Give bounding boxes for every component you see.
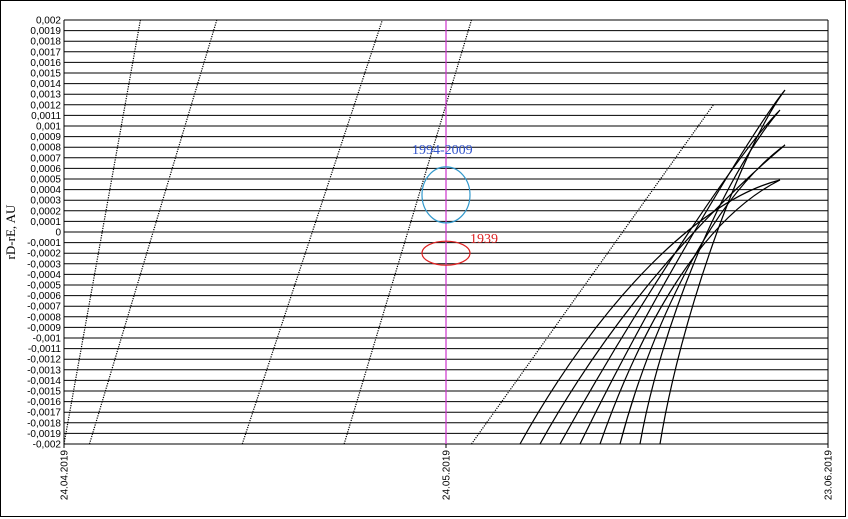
- y-tick-label: 0,0011: [31, 111, 61, 122]
- y-tick-label: -0,0003: [27, 259, 61, 270]
- y-tick-label: -0,002: [33, 440, 62, 451]
- y-tick-label: 0,0009: [30, 132, 61, 143]
- y-tick-label: -0,0002: [27, 249, 61, 260]
- y-tick-label: -0,0017: [27, 408, 61, 419]
- y-tick-label: 0,0003: [30, 196, 61, 207]
- y-tick-label: -0,0012: [27, 355, 61, 366]
- y-tick-label: 0,0007: [30, 153, 61, 164]
- y-tick-label: 0,0008: [30, 143, 61, 154]
- y-tick-label: -0,0019: [27, 429, 61, 440]
- annotation-label: 1939: [470, 232, 498, 247]
- y-tick-label: 0,0005: [30, 175, 61, 186]
- y-tick-label: 0,0017: [30, 47, 61, 58]
- y-tick-label: 0: [55, 228, 61, 239]
- y-tick-label: 0,0012: [30, 100, 61, 111]
- y-tick-label: 0,0019: [30, 26, 61, 37]
- y-tick-label: 0,0001: [30, 217, 61, 228]
- y-tick-label: -0,0014: [27, 376, 61, 387]
- y-tick-label: -0,0001: [27, 238, 61, 249]
- y-tick-label: -0,0018: [27, 418, 61, 429]
- x-tick-label: 24.05.2019: [442, 450, 453, 500]
- x-tick-label: 23.06.2019: [824, 450, 835, 500]
- y-tick-label: -0,0006: [27, 291, 61, 302]
- y-tick-label: 0,002: [36, 16, 61, 27]
- y-tick-label: 0,0006: [30, 164, 61, 175]
- chart-svg: -0,002-0,0019-0,0018-0,0017-0,0016-0,001…: [3, 16, 835, 501]
- y-axis-title: rD-rE, AU: [3, 204, 18, 259]
- y-tick-label: 0,0014: [30, 79, 61, 90]
- y-tick-label: 0,0015: [30, 69, 61, 80]
- y-tick-label: -0,0008: [27, 312, 61, 323]
- y-tick-label: -0,0016: [27, 397, 61, 408]
- y-tick-label: -0,0004: [27, 270, 61, 281]
- y-tick-label: 0,0013: [30, 90, 61, 101]
- y-tick-label: -0,0009: [27, 323, 61, 334]
- y-tick-label: -0,0005: [27, 281, 61, 292]
- y-tick-label: 0,001: [36, 122, 61, 133]
- annotation-label: 1994-2009: [412, 143, 473, 158]
- y-tick-label: -0,0013: [27, 365, 61, 376]
- y-tick-label: -0,0015: [27, 387, 61, 398]
- series-curve: [519, 179, 781, 445]
- y-tick-label: 0,0016: [30, 58, 61, 69]
- y-tick-label: 0,0004: [30, 185, 61, 196]
- y-tick-label: 0,0018: [30, 37, 61, 48]
- y-tick-label: 0,0002: [30, 206, 61, 217]
- y-tick-label: -0,0011: [28, 344, 62, 355]
- y-tick-label: -0,0007: [27, 302, 61, 313]
- x-tick-label: 24.04.2019: [60, 450, 71, 500]
- y-tick-label: -0,001: [33, 334, 62, 345]
